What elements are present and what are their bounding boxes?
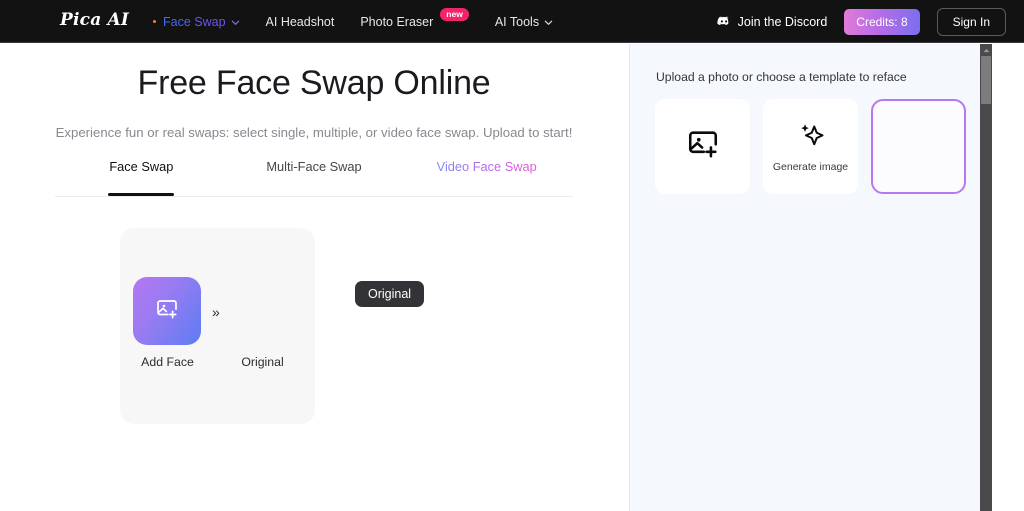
preview-original-badge: Original — [355, 281, 425, 308]
tab-multi-face-swap-label: Multi-Face Swap — [266, 159, 362, 174]
template-card-row: Generate image — [655, 99, 966, 194]
nav-item-photo-eraser-label: Photo Eraser — [360, 14, 434, 29]
new-badge: new — [440, 8, 469, 21]
mode-tabs: Face Swap Multi-Face Swap Video Face Swa… — [55, 152, 573, 197]
credits-button[interactable]: Credits: 8 — [844, 8, 920, 35]
window-right-gutter — [992, 44, 1024, 511]
face-swap-card: » Add Face Original — [120, 228, 315, 424]
nav-item-ai-tools[interactable]: AI Tools — [495, 15, 553, 29]
generate-image-card[interactable]: Generate image — [763, 99, 858, 194]
sign-in-button[interactable]: Sign In — [936, 7, 1006, 36]
nav-item-ai-headshot[interactable]: AI Headshot — [266, 15, 335, 29]
page-title: Free Face Swap Online — [137, 64, 491, 102]
main-content: Free Face Swap Online Experience fun or … — [0, 44, 628, 511]
nav-right-actions: Join the Discord Credits: 8 Sign In — [717, 0, 1006, 43]
active-nav-dot-icon — [153, 20, 156, 23]
original-column-label: Original — [241, 355, 284, 369]
generate-image-label: Generate image — [772, 161, 849, 173]
add-face-button[interactable] — [133, 277, 201, 345]
selected-template-card[interactable] — [871, 99, 966, 194]
chevron-down-icon — [544, 18, 553, 27]
add-image-icon — [155, 297, 179, 326]
nav-item-face-swap[interactable]: Face Swap — [153, 15, 240, 29]
top-navbar: Pica AI Face Swap AI Headshot Photo Eras… — [0, 0, 1024, 43]
template-panel-title: Upload a photo or choose a template to r… — [656, 70, 907, 84]
template-panel: Upload a photo or choose a template to r… — [629, 44, 980, 511]
join-discord-link[interactable]: Join the Discord — [717, 14, 828, 29]
page-scrollbar[interactable] — [980, 44, 992, 511]
nav-item-ai-headshot-label: AI Headshot — [265, 14, 335, 29]
tab-face-swap-label: Face Swap — [109, 159, 174, 174]
brand-logo[interactable]: Pica AI — [60, 10, 129, 30]
add-image-icon — [686, 127, 720, 166]
discord-icon — [717, 16, 731, 27]
join-discord-label: Join the Discord — [737, 14, 828, 29]
primary-nav: Face Swap AI Headshot Photo Eraser new A… — [153, 0, 553, 43]
nav-item-ai-tools-label: AI Tools — [494, 14, 540, 29]
scroll-up-arrow-icon[interactable] — [980, 44, 992, 56]
tab-face-swap[interactable]: Face Swap — [55, 152, 228, 196]
tab-multi-face-swap[interactable]: Multi-Face Swap — [228, 152, 401, 196]
tab-video-face-swap-label: Video Face Swap — [436, 159, 537, 174]
nav-item-face-swap-label: Face Swap — [163, 14, 226, 29]
upload-photo-card[interactable] — [655, 99, 750, 194]
sparkle-icon — [796, 120, 826, 155]
swap-arrow-icon: » — [212, 304, 220, 320]
chevron-down-icon — [231, 18, 240, 27]
add-face-label: Add Face — [141, 355, 194, 369]
nav-item-photo-eraser[interactable]: Photo Eraser new — [360, 8, 469, 29]
page-subtitle: Experience fun or real swaps: select sin… — [55, 125, 573, 140]
tab-video-face-swap[interactable]: Video Face Swap — [400, 152, 573, 196]
scrollbar-thumb[interactable] — [981, 56, 991, 104]
